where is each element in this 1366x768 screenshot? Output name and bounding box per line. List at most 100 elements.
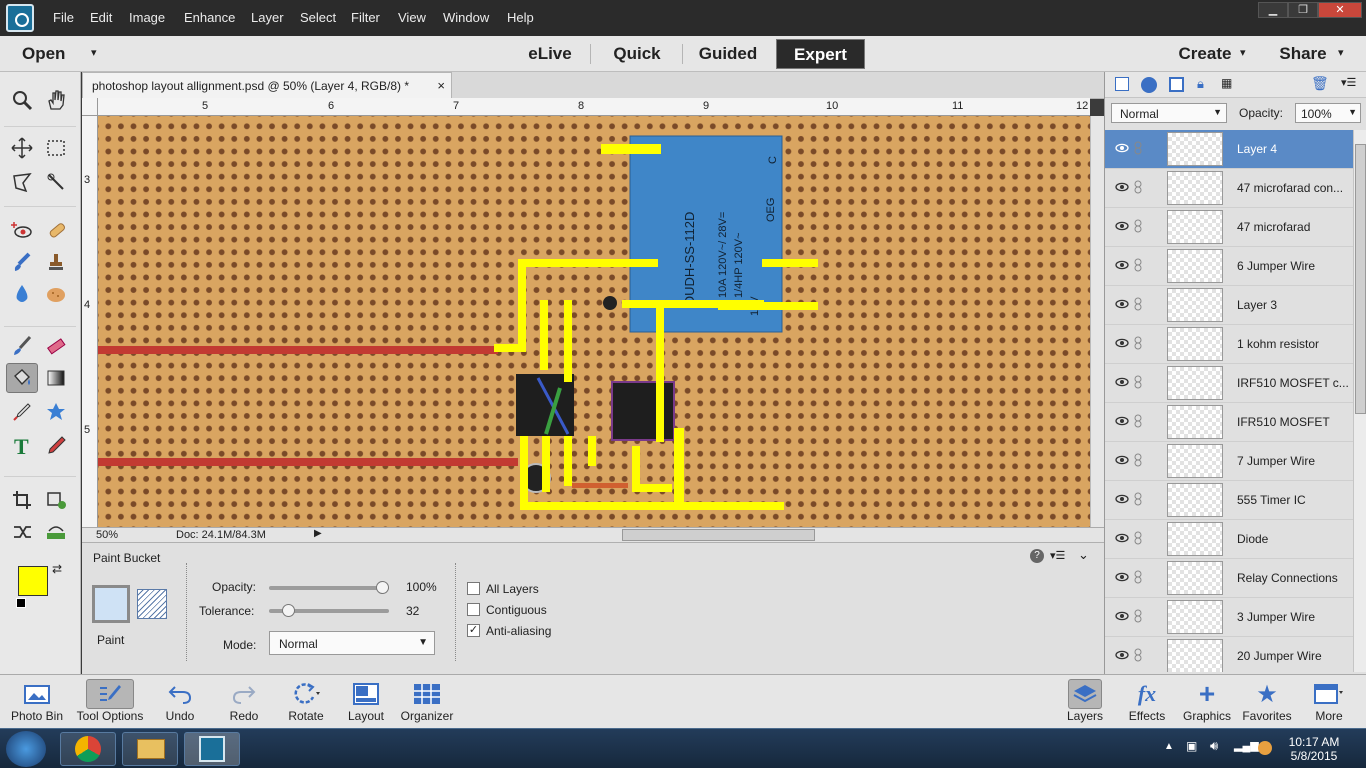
menu-select[interactable]: Select: [300, 10, 336, 25]
layers-menu-icon[interactable]: ▾☰: [1341, 76, 1356, 89]
document-tab[interactable]: photoshop layout allignment.psd @ 50% (L…: [82, 72, 452, 98]
open-dropdown-icon[interactable]: ▾: [91, 46, 97, 59]
tolerance-value[interactable]: 32: [406, 604, 419, 618]
layer-row[interactable]: Diode: [1105, 520, 1353, 559]
wifi-signal-icon[interactable]: ▂▄▆: [1234, 739, 1259, 752]
panel-menu-icon[interactable]: ▾☰: [1050, 549, 1065, 562]
effects-button[interactable]: fx Effects: [1118, 679, 1176, 727]
mode-select[interactable]: Normal ▼: [269, 631, 435, 655]
layer-link-icon[interactable]: [1133, 453, 1143, 467]
layer-row[interactable]: 6 Jumper Wire: [1105, 247, 1353, 286]
sponge-tool-icon[interactable]: [40, 279, 72, 309]
close-document-icon[interactable]: ×: [437, 73, 445, 99]
clone-stamp-tool-icon[interactable]: [40, 247, 72, 277]
status-menu-arrow-icon[interactable]: ▶: [314, 528, 322, 539]
collapse-options-icon[interactable]: ⌄: [1078, 547, 1089, 563]
foreground-color-swatch[interactable]: [18, 566, 48, 596]
tool-options-button[interactable]: Tool Options: [74, 679, 146, 727]
layer-link-icon[interactable]: [1133, 570, 1143, 584]
minimize-button[interactable]: ▁: [1258, 2, 1288, 18]
start-button-icon[interactable]: [6, 731, 46, 767]
quick-selection-tool-icon[interactable]: [40, 167, 72, 197]
menu-layer[interactable]: Layer: [251, 10, 284, 25]
app-logo-icon[interactable]: [6, 4, 34, 32]
layer-row[interactable]: 3 Jumper Wire: [1105, 598, 1353, 637]
menu-edit[interactable]: Edit: [90, 10, 112, 25]
visibility-eye-icon[interactable]: [1115, 492, 1129, 506]
eraser-tool-icon[interactable]: [40, 331, 72, 361]
pencil-tool-icon[interactable]: [40, 431, 72, 461]
marquee-tool-icon[interactable]: [40, 133, 72, 163]
layer-link-icon[interactable]: [1133, 141, 1143, 155]
share-button[interactable]: Share: [1270, 36, 1336, 72]
taskbar-clock[interactable]: 10:17 AM 5/8/2015: [1284, 735, 1344, 763]
content-aware-move-tool-icon[interactable]: [6, 517, 38, 547]
taskbar-chrome-button[interactable]: [60, 732, 116, 766]
eyedropper-tool-icon[interactable]: [6, 397, 38, 427]
red-eye-tool-icon[interactable]: [6, 215, 38, 245]
organizer-button[interactable]: Organizer: [398, 679, 456, 727]
blend-mode-select[interactable]: Normal ▼: [1111, 103, 1227, 123]
layers-scrollbar[interactable]: [1353, 130, 1366, 672]
taskbar-explorer-button[interactable]: [122, 732, 178, 766]
layer-link-icon[interactable]: [1133, 180, 1143, 194]
menu-filter[interactable]: Filter: [351, 10, 380, 25]
blur-tool-icon[interactable]: [6, 279, 38, 309]
swap-colors-icon[interactable]: ⇄: [52, 562, 62, 576]
layer-link-icon[interactable]: [1133, 492, 1143, 506]
new-layer-icon[interactable]: [1115, 77, 1129, 91]
layer-link-icon[interactable]: [1133, 336, 1143, 350]
mode-elive[interactable]: eLive: [512, 36, 588, 72]
visibility-eye-icon[interactable]: [1115, 141, 1129, 155]
default-colors-icon[interactable]: [16, 598, 26, 608]
hand-tool-icon[interactable]: [40, 85, 72, 115]
zoom-tool-icon[interactable]: [6, 85, 38, 115]
image-canvas[interactable]: OUDH-SS-112D 10A 120V~/ 28V= 1/4HP 120V~…: [98, 116, 1090, 528]
power-status-icon[interactable]: [1258, 741, 1272, 755]
mode-expert[interactable]: Expert: [776, 39, 865, 69]
menu-view[interactable]: View: [398, 10, 426, 25]
visibility-eye-icon[interactable]: [1115, 219, 1129, 233]
opacity-slider-knob[interactable]: [376, 581, 389, 594]
maximize-button[interactable]: ❐: [1288, 2, 1318, 18]
menu-file[interactable]: File: [53, 10, 74, 25]
layer-link-icon[interactable]: [1133, 258, 1143, 272]
network-device-icon[interactable]: ▣: [1186, 739, 1197, 753]
layer-row[interactable]: 47 microfarad con...: [1105, 169, 1353, 208]
layer-row[interactable]: 47 microfarad: [1105, 208, 1353, 247]
share-dropdown-icon[interactable]: ▾: [1338, 46, 1344, 59]
close-window-button[interactable]: ✕: [1318, 2, 1362, 18]
paint-bucket-tool-icon[interactable]: [6, 363, 38, 393]
visibility-eye-icon[interactable]: [1115, 531, 1129, 545]
help-icon[interactable]: ?: [1030, 549, 1044, 563]
more-button[interactable]: More: [1300, 679, 1358, 727]
layer-row[interactable]: IRF510 MOSFET c...: [1105, 364, 1353, 403]
menu-enhance[interactable]: Enhance: [184, 10, 235, 25]
vertical-scrollbar[interactable]: [1090, 116, 1104, 528]
tolerance-slider-knob[interactable]: [282, 604, 296, 617]
favorites-button[interactable]: ★ Favorites: [1238, 679, 1296, 727]
lasso-tool-icon[interactable]: [6, 167, 38, 197]
visibility-eye-icon[interactable]: [1115, 297, 1129, 311]
lock-all-icon[interactable]: 🔒︎: [1197, 76, 1204, 92]
layer-row[interactable]: 20 Jumper Wire: [1105, 637, 1353, 672]
custom-shape-tool-icon[interactable]: [40, 397, 72, 427]
undo-button[interactable]: Undo: [151, 679, 209, 727]
layer-link-icon[interactable]: [1133, 219, 1143, 233]
paint-fill-mode-button[interactable]: [92, 585, 130, 623]
move-tool-icon[interactable]: [6, 133, 38, 163]
crop-tool-icon[interactable]: [6, 485, 38, 515]
smart-brush-tool-icon[interactable]: [6, 247, 38, 277]
layer-link-icon[interactable]: [1133, 609, 1143, 623]
layer-mask-icon[interactable]: [1169, 77, 1184, 92]
menu-help[interactable]: Help: [507, 10, 534, 25]
opacity-value[interactable]: 100%: [406, 580, 437, 594]
show-hidden-icons-icon[interactable]: ▲: [1164, 741, 1174, 752]
visibility-eye-icon[interactable]: [1115, 570, 1129, 584]
graphics-button[interactable]: + Graphics: [1178, 678, 1236, 727]
open-button[interactable]: Open: [22, 36, 82, 72]
layer-row[interactable]: 7 Jumper Wire: [1105, 442, 1353, 481]
horizontal-scroll-thumb[interactable]: [622, 529, 815, 541]
visibility-eye-icon[interactable]: [1115, 375, 1129, 389]
layers-scroll-thumb[interactable]: [1355, 144, 1366, 414]
